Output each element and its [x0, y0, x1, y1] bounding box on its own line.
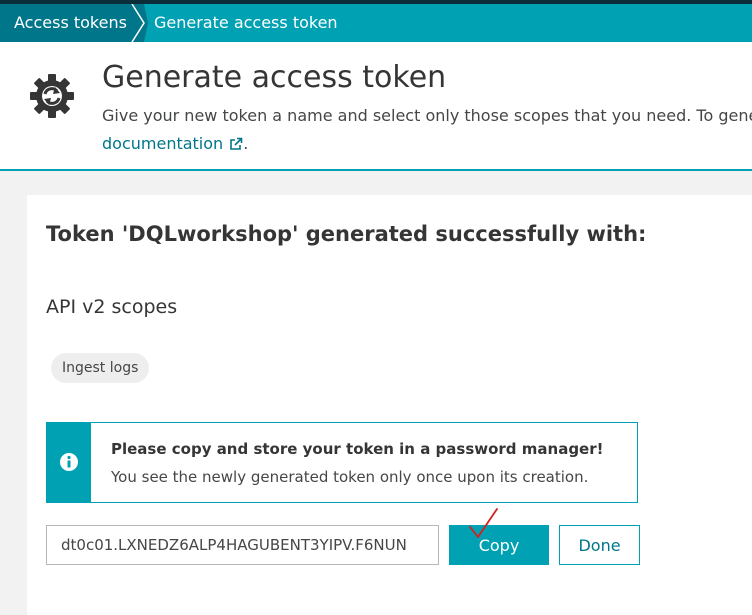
info-icon: [60, 453, 78, 471]
gear-sync-icon: [30, 74, 74, 118]
scopes-heading: API v2 scopes: [46, 296, 178, 318]
external-link-icon[interactable]: [229, 137, 243, 151]
checkmark-annotation-icon: [469, 508, 498, 538]
breadcrumb-separator-icon: [128, 4, 148, 42]
done-button[interactable]: Done: [559, 525, 640, 565]
info-strip: [47, 423, 91, 502]
info-heading: Please copy and store your token in a pa…: [111, 440, 604, 458]
page-header: Generate access token Give your new toke…: [0, 42, 752, 171]
breadcrumb-current: Generate access token: [154, 13, 338, 32]
token-field[interactable]: [46, 525, 439, 565]
page-description: Give your new token a name and select on…: [102, 106, 752, 125]
breadcrumb-access-tokens-label: Access tokens: [14, 13, 127, 32]
breadcrumb-access-tokens[interactable]: Access tokens: [0, 4, 144, 42]
breadcrumb: Access tokens Generate access token: [0, 0, 752, 42]
success-title: Token 'DQLworkshop' generated successful…: [46, 222, 647, 246]
scope-chip: Ingest logs: [51, 353, 150, 383]
info-text: You see the newly generated token only o…: [111, 468, 589, 486]
info-notice: Please copy and store your token in a pa…: [46, 422, 638, 503]
documentation-link-row: documentation .: [102, 134, 248, 153]
page-title: Generate access token: [102, 60, 447, 95]
documentation-period: .: [243, 134, 249, 153]
documentation-link[interactable]: documentation: [102, 134, 223, 153]
